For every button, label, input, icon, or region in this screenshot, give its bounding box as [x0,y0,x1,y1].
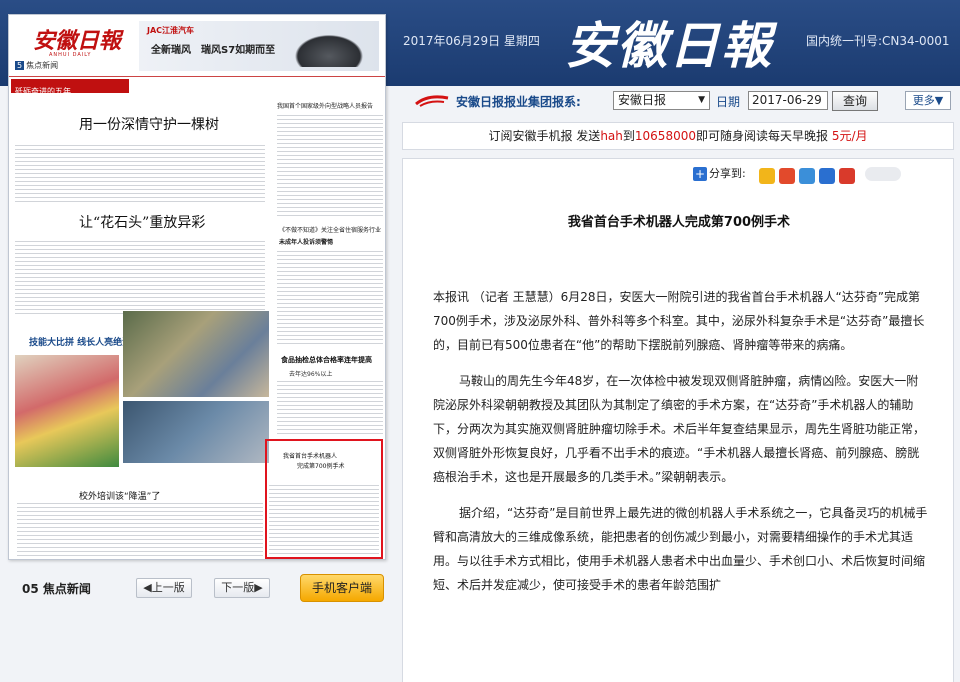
newspaper-page-image[interactable]: 安徽日報 ANHUI DAILY 5 焦点新闻 JAC江淮汽车 全新瑞风 瑞风S7… [8,14,386,560]
article-text-block[interactable] [17,503,263,557]
newspaper-subheadline: 去年达96%以上 [289,371,333,378]
plus-icon[interactable]: + [693,167,707,181]
article-paragraph: 本报讯 （记者 王慧慧）6月28日，安医大一附院引进的我省首台手术机器人“达芬奇… [433,290,925,352]
article-paragraph: 马鞍山的周先生今年48岁，在一次体检中被发现双侧肾脏肿瘤，病情凶险。安医大一附院… [433,374,926,484]
prev-page-button[interactable]: ◀上一版 [136,578,192,598]
renren-share-icon[interactable] [819,167,835,184]
article-text-block[interactable] [15,241,265,317]
next-page-button[interactable]: 下一版▶ [214,578,270,598]
query-button[interactable]: 查询 [832,91,878,111]
newspaper-masthead: 安徽日報 ANHUI DAILY 5 焦点新闻 JAC江淮汽车 全新瑞风 瑞风S7… [9,15,385,77]
paper-select-value: 安徽日报 [618,93,667,107]
date-input[interactable]: 2017-06-29 [748,91,828,110]
sub-number: 10658000 [634,129,696,143]
article-text-block[interactable] [15,145,265,203]
mobile-client-button[interactable]: 手机客户端 [300,574,384,602]
paper-select[interactable]: 安徽日报 ▼ [613,91,710,110]
article-title: 我省首台手术机器人完成第700例手术 [567,215,791,230]
publication-code: 国内统一刊号:CN34-0001 [806,34,950,48]
newspaper-ad: JAC江淮汽车 全新瑞风 瑞风S7如期而至 [139,21,379,71]
sub-text-3: 即可随身阅读每天早晚报 [695,129,832,143]
newspaper-headline[interactable]: 未成年人投诉须警惕 [279,237,383,246]
newspaper-headline[interactable]: 食品抽检总体合格率连年提高 [281,355,372,365]
weibo-share-icon[interactable] [779,167,795,184]
newspaper-headline[interactable]: 校外培训该“降温”了 [79,489,160,502]
ad-brand: JAC江淮汽车 [147,26,195,35]
newspaper-logo: 安徽日報 [33,28,122,54]
selected-article-highlight[interactable]: 我省首台手术机器人 完成第700例手术 [265,439,383,559]
newspaper-photo [15,355,119,467]
newspaper-banner: 砥砺奋进的五年 [11,79,129,96]
share-icons [759,165,859,184]
newspaper-headline[interactable]: 我国首个国家级外向型战略人员报告 [277,101,383,110]
newspaper-headline[interactable]: 让“花石头”重放异彩 [79,212,205,232]
site-logo: 安徽日報 [565,16,773,75]
chevron-down-icon: ▼ [698,95,705,105]
share-count-pill [865,167,901,181]
ad-car-image [289,31,369,67]
newspaper-section: 5 焦点新闻 [15,60,58,71]
ad-line2: 瑞风S7如期而至 [201,45,276,56]
share-bar: + 分享到: [693,165,746,185]
newspaper-photo [123,401,269,463]
article-text-block[interactable] [277,115,383,219]
highlight-line2: 完成第700例手术 [297,463,345,470]
article-paragraph: 据介绍，“达芬奇”是目前世界上最先进的微创机器人手术系统之一，它具备灵巧的机械手… [433,506,928,592]
banner-text: 砥砺奋进的五年 [15,87,71,96]
section-name: 焦点新闻 [26,61,59,70]
sub-price: 5元/月 [831,129,868,143]
kaixin-share-icon[interactable] [839,167,855,184]
newspaper-logo-sub: ANHUI DAILY [49,52,92,58]
subscription-bar[interactable]: 订阅安徽手机报 发送hah到10658000即可随身阅读每天早晚报 5元/月 [402,122,954,150]
more-button[interactable]: 更多▼ [905,91,951,110]
sub-text-1: 订阅安徽手机报 发送 [488,129,601,143]
highlight-line1: 我省首台手术机器人 [283,453,338,460]
article-panel: + 分享到: 我省首台手术机器人完成第700例手术 本报讯 （记者 王慧慧）6月2… [402,158,954,682]
group-label: 安徽日报报业集团报系: [456,95,581,109]
article-text-block[interactable] [277,381,383,435]
newspaper-headline[interactable]: 《不做不知道》关注全省住宿服务行业 [279,225,383,234]
sub-text-2: 到 [622,129,635,143]
sub-keyword: hah [600,129,623,143]
share-label: 分享到: [709,167,746,180]
newspaper-photo [123,311,269,397]
issue-date: 2017年06月29日 星期四 [403,34,540,48]
newspaper-headline[interactable]: 用一份深情守护一棵树 [79,114,219,134]
page-label: 05 焦点新闻 [22,582,91,596]
date-label: 日期 [716,95,741,109]
article-text-block[interactable] [277,251,383,347]
ad-line1: 全新瑞风 [151,45,191,56]
group-logo-icon [415,95,449,107]
article-body: 本报讯 （记者 王慧慧）6月28日，安医大一附院引进的我省首台手术机器人“达芬奇… [433,285,929,609]
newspaper-headline[interactable]: 技能大比拼 线长人亮绝活 [29,335,131,348]
star-share-icon[interactable] [759,167,775,184]
qzone-share-icon[interactable] [799,167,815,184]
section-number: 5 [15,61,25,70]
